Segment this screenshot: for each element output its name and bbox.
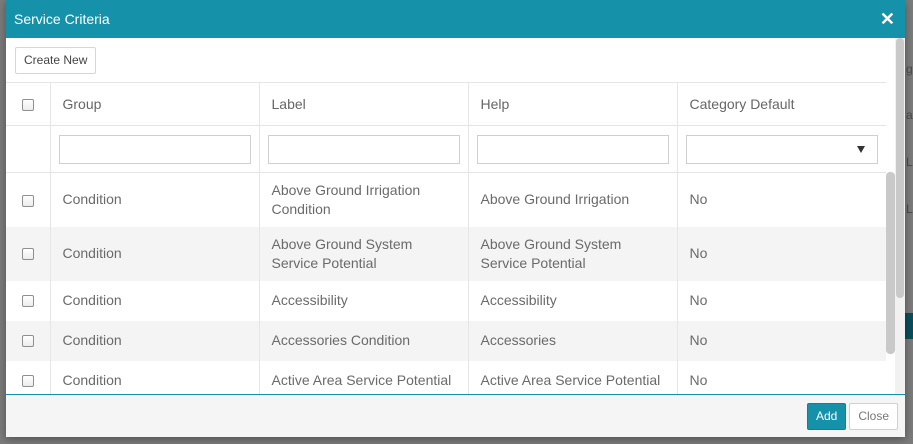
cell-group: Condition [50, 172, 260, 227]
row-checkbox[interactable] [21, 248, 34, 261]
filter-cell-label [259, 125, 469, 173]
row-select-cell [6, 226, 51, 281]
column-header-category-default[interactable]: Category Default [677, 82, 886, 126]
cell-category-default: No [677, 226, 886, 281]
create-new-button[interactable]: Create New [15, 46, 97, 74]
cell-category-default: No [689, 292, 708, 308]
cell-help: Accessibility [468, 280, 678, 321]
background-bar [905, 313, 913, 339]
cell-group: Condition [50, 360, 260, 394]
cell-label: Accessibility [259, 280, 469, 321]
dialog-footer: Add Close [6, 394, 905, 437]
table-row[interactable]: Condition Active Area Service Potential … [6, 360, 886, 394]
table-row[interactable]: Condition Accessibility Accessibility No [6, 280, 886, 321]
help-filter-input[interactable] [476, 134, 669, 164]
table-row[interactable]: Condition Above Ground Irrigation Condit… [6, 172, 886, 227]
cell-group: Condition [50, 226, 260, 281]
cell-label: Above Ground System Service Potential [259, 226, 469, 281]
cell-label: Above Ground Irrigation Condition [259, 172, 469, 227]
column-header-group[interactable]: Group [50, 82, 260, 126]
table-row[interactable]: Condition Above Ground System Service Po… [6, 226, 886, 281]
background-hint: g [906, 62, 913, 76]
row-checkbox[interactable] [21, 375, 34, 388]
row-checkbox[interactable] [21, 194, 34, 207]
cell-category-default: No [677, 320, 886, 361]
cell-help: Above Ground Irrigation [468, 172, 678, 227]
cell-help: Accessories [468, 320, 678, 361]
cell-help: Active Area Service Potential [468, 360, 678, 394]
cell-group: Condition [50, 280, 260, 321]
cell-group: Condition [50, 320, 260, 361]
filter-spacer [6, 125, 51, 173]
column-header-label[interactable]: Label [259, 82, 469, 126]
cell-category-default: No [689, 191, 708, 208]
add-button[interactable]: Add [806, 402, 847, 430]
cell-category-default: No [689, 372, 708, 388]
close-icon[interactable]: ✕ [880, 10, 895, 28]
row-checkbox[interactable] [21, 295, 34, 308]
filter-cell-category-default [677, 125, 886, 173]
background-hint: Le [906, 202, 913, 216]
dialog-header: Service Criteria ✕ [6, 0, 905, 38]
dialog-scrollbar[interactable] [895, 38, 905, 394]
dialog-title: Service Criteria [14, 11, 110, 27]
cell-label: Active Area Service Potential [259, 360, 469, 394]
criteria-table: Group Label Help Category Default Condit… [6, 82, 886, 394]
dialog-body: Create New Group Label Help Category Def… [6, 38, 905, 394]
select-all-checkbox[interactable] [21, 99, 34, 112]
cell-label: Accessories Condition [259, 320, 469, 361]
background-hint: Le [906, 155, 913, 169]
chevron-down-icon [857, 145, 865, 153]
row-select-cell [6, 280, 51, 321]
row-checkbox[interactable] [21, 335, 34, 348]
label-filter-input[interactable] [267, 134, 460, 164]
category-default-filter-select[interactable] [685, 134, 878, 164]
filter-cell-help [468, 125, 678, 173]
service-criteria-dialog: Service Criteria ✕ Create New Group Labe… [6, 0, 905, 437]
dialog-scrollbar-thumb[interactable] [896, 38, 904, 298]
cell-help: Above Ground System Service Potential [468, 226, 678, 281]
filter-row [6, 125, 886, 173]
row-select-cell [6, 172, 51, 227]
column-header-help[interactable]: Help [468, 82, 678, 126]
table-row[interactable]: Condition Accessories Condition Accessor… [6, 320, 886, 361]
toolbar: Create New [6, 38, 905, 82]
row-select-cell [6, 360, 51, 394]
table-scrollbar-thumb[interactable] [886, 172, 895, 354]
table-header-row: Group Label Help Category Default [6, 82, 886, 126]
row-select-cell [6, 320, 51, 361]
close-button[interactable]: Close [849, 402, 898, 430]
filter-cell-group [50, 125, 260, 173]
background-hint: a [906, 108, 913, 122]
group-filter-input[interactable] [58, 134, 251, 164]
select-all-cell [6, 82, 51, 126]
